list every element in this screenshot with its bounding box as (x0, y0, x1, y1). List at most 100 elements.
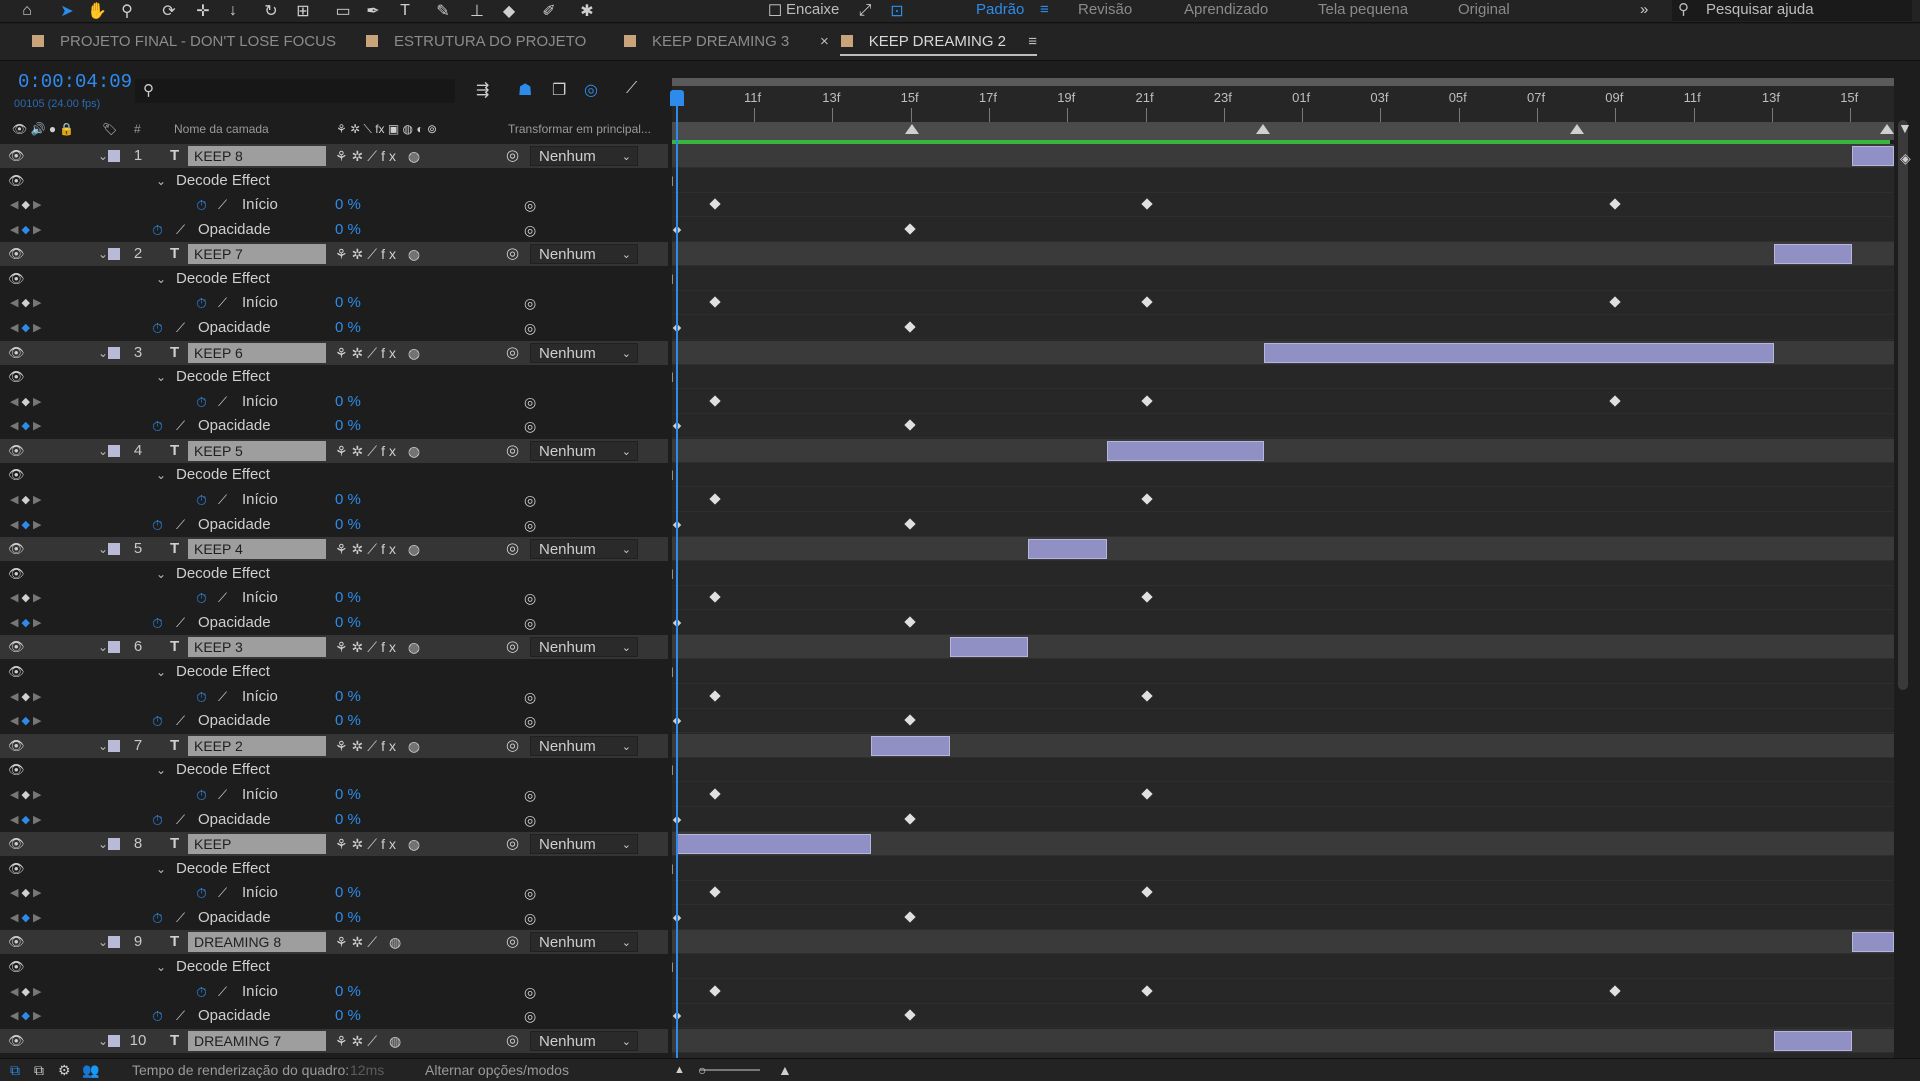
zoom-in-icon[interactable]: ▲ (778, 1059, 792, 1081)
keyframe-diamond[interactable] (904, 616, 916, 628)
layer-name-header[interactable]: Nome da camada (174, 122, 269, 136)
layer-row[interactable]: 👁 ⌄ 5 T KEEP 4 ⚘✲⟋fx ◍ ◎ Nenhum ⌄ (0, 537, 668, 561)
property-value[interactable]: 0 % (335, 193, 361, 217)
visibility-eye-icon[interactable]: 👁 (8, 144, 25, 168)
opacity-property-track[interactable] (672, 1004, 1894, 1028)
stopwatch-icon[interactable]: ⏱ (196, 488, 207, 512)
keyframe-navigator[interactable]: ◀◆▶ (10, 783, 44, 807)
start-property-track[interactable] (672, 488, 1894, 512)
workspace-tela-pequena[interactable]: Tela pequena (1318, 0, 1408, 22)
expand-twirl-icon[interactable]: ⌄ (156, 857, 166, 881)
expression-icon[interactable]: ◎ (524, 611, 536, 635)
expand-twirl-icon[interactable]: ⌄ (98, 144, 108, 168)
expression-icon[interactable]: ◎ (524, 291, 536, 315)
parent-select[interactable]: Nenhum ⌄ (530, 441, 638, 461)
time-ruler[interactable]: 11f 13f 15f 17f 19f 21f 23f 01f 03f 05f 07f 09f 11f 1… (672, 86, 1894, 122)
pick-whip-icon[interactable]: ◎ (506, 734, 519, 758)
effect-name[interactable]: Decode Effect (176, 758, 270, 782)
keyframe-diamond[interactable] (1609, 395, 1621, 407)
effect-group-row[interactable]: 👁 ⌄ Decode Effect (0, 169, 668, 193)
layer-row[interactable]: 👁 ⌄ 8 T KEEP ⚘✲⟋fx ◍ ◎ Nenhum ⌄ (0, 832, 668, 856)
keyframe-navigator[interactable]: ◀◆▶ (10, 488, 44, 512)
layer-duration-bar[interactable] (1773, 244, 1853, 264)
property-value[interactable]: 0 % (335, 906, 361, 930)
layer-track[interactable] (672, 341, 1894, 365)
keyframe-diamond[interactable] (1141, 395, 1153, 407)
effect-group-row[interactable]: 👁 ⌄ Decode Effect (0, 365, 668, 389)
label-color-swatch[interactable] (108, 248, 120, 260)
stopwatch-icon[interactable]: ⏱ (152, 906, 163, 930)
layer-switches[interactable]: ⚘✲⟋fx ◍ (335, 242, 424, 266)
label-color-swatch[interactable] (108, 445, 120, 457)
selection-tool-icon[interactable]: ➤ (54, 0, 80, 22)
keyframe-navigator[interactable]: ◀◆▶ (10, 881, 44, 905)
start-property-track[interactable] (672, 390, 1894, 414)
effect-group-row[interactable]: 👁 ⌄ Decode Effect (0, 267, 668, 291)
opacity-property-row[interactable]: ◀◆▶ ⏱ ⟋ Opacidade 0 % ◎ (0, 906, 668, 930)
tab-keep-dreaming-2[interactable]: × KEEP DREAMING 2 ≡ (820, 24, 1037, 60)
pan-camera-icon[interactable]: ✛ (190, 0, 216, 22)
keyframe-navigator[interactable]: ◀◆▶ (10, 390, 44, 414)
zoom-tool-icon[interactable]: ⚲ (114, 0, 140, 22)
keyframe-diamond[interactable] (904, 813, 916, 825)
workspace-aprendizado[interactable]: Aprendizado (1184, 0, 1268, 22)
visibility-eye-icon[interactable]: 👁 (8, 537, 25, 561)
brush-tool-icon[interactable]: ✎ (430, 0, 456, 22)
layer-name[interactable]: KEEP 8 (188, 146, 326, 166)
layer-track[interactable] (672, 537, 1894, 561)
parent-select[interactable]: Nenhum ⌄ (530, 1031, 638, 1051)
graph-icon[interactable]: ⟋ (218, 488, 227, 512)
keyframe-navigator[interactable]: ◀◆▶ (10, 685, 44, 709)
layer-switches[interactable]: ⚘✲⟋fx ◍ (335, 144, 424, 168)
start-property-row[interactable]: ◀◆▶ ⏱ ⟋ Início 0 % ◎ (0, 193, 668, 217)
visibility-eye-icon[interactable]: 👁 (8, 660, 25, 684)
workspace-menu-icon[interactable]: ≡ (1040, 0, 1049, 22)
text-tool-icon[interactable]: T (392, 0, 418, 22)
expand-twirl-icon[interactable]: ⌄ (156, 463, 166, 487)
graph-icon[interactable]: ⟋ (218, 291, 227, 315)
stopwatch-icon[interactable]: ⏱ (152, 1004, 163, 1028)
pick-whip-icon[interactable]: ◎ (506, 144, 519, 168)
expression-icon[interactable]: ◎ (524, 783, 536, 807)
label-color-swatch[interactable] (108, 543, 120, 555)
layer-duration-bar[interactable] (1028, 539, 1108, 559)
keyframe-diamond[interactable] (709, 198, 721, 210)
keyframe-navigator[interactable]: ◀◆▶ (10, 193, 44, 217)
visibility-eye-icon[interactable]: 👁 (8, 365, 25, 389)
graph-icon[interactable]: ⟋ (176, 808, 185, 832)
keyframe-navigator[interactable]: ◀◆▶ (10, 980, 44, 1004)
expression-icon[interactable]: ◎ (524, 488, 536, 512)
keyframe-diamond[interactable] (1141, 886, 1153, 898)
layer-row[interactable]: 👁 ⌄ 10 T DREAMING 7 ⚘✲⟋ ◍ ◎ Nenhum ⌄ (0, 1029, 668, 1053)
opacity-property-row[interactable]: ◀◆▶ ⏱ ⟋ Opacidade 0 % ◎ (0, 709, 668, 733)
timeline-tracks[interactable]: IIIIIIIIII (672, 144, 1894, 1058)
layer-duration-bar[interactable] (1263, 343, 1774, 363)
visibility-eye-icon[interactable]: 👁 (8, 439, 25, 463)
keyframe-diamond[interactable] (1141, 690, 1153, 702)
start-property-track[interactable] (672, 685, 1894, 709)
close-tab-icon[interactable]: × (820, 33, 829, 50)
visibility-eye-icon[interactable]: 👁 (8, 734, 25, 758)
expand-twirl-icon[interactable]: ⌄ (98, 832, 108, 856)
start-property-track[interactable] (672, 193, 1894, 217)
visibility-eye-icon[interactable]: 👁 (8, 562, 25, 586)
in-out-toggle-icon[interactable]: ⚙ (58, 1059, 71, 1081)
opacity-property-track[interactable] (672, 218, 1894, 242)
label-color-swatch[interactable] (108, 838, 120, 850)
layer-name[interactable]: KEEP 3 (188, 637, 326, 657)
parent-select[interactable]: Nenhum ⌄ (530, 146, 638, 166)
layer-row[interactable]: 👁 ⌄ 6 T KEEP 3 ⚘✲⟋fx ◍ ◎ Nenhum ⌄ (0, 635, 668, 659)
layer-duration-bar[interactable] (1107, 441, 1264, 461)
roto-brush-icon[interactable]: ✐ (536, 0, 562, 22)
pick-whip-icon[interactable]: ◎ (506, 439, 519, 463)
keyframe-diamond[interactable] (1141, 788, 1153, 800)
tab-keep-dreaming-3[interactable]: KEEP DREAMING 3 (624, 24, 789, 60)
pick-whip-icon[interactable]: ◎ (506, 242, 519, 266)
expression-icon[interactable]: ◎ (524, 709, 536, 733)
effect-name[interactable]: Decode Effect (176, 857, 270, 881)
label-color-swatch[interactable] (108, 150, 120, 162)
layer-track[interactable] (672, 930, 1894, 954)
property-value[interactable]: 0 % (335, 488, 361, 512)
layer-name[interactable]: KEEP 6 (188, 343, 326, 363)
vertical-scrollbar[interactable] (1898, 120, 1908, 690)
